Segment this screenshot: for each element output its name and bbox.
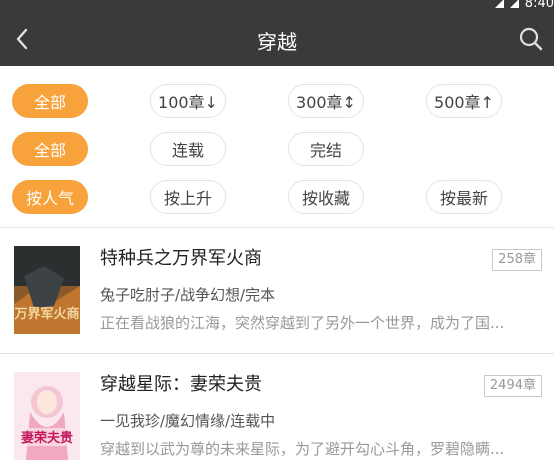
book-list: 万界军火商 特种兵之万界军火商 258章 兔子吃肘子/战争幻想/完本 正在看战狼… xyxy=(0,228,554,462)
app-bar: 穿越 xyxy=(0,14,554,66)
wifi-icon xyxy=(509,0,519,8)
sort-newest[interactable]: 按最新 xyxy=(426,180,502,214)
book-cover-title: 妻荣夫贵 xyxy=(21,430,73,446)
book-description: 穿越到以武为尊的未来星际，为了避开勾心斗角，罗碧隐瞒... xyxy=(100,440,505,458)
status-bar: 8:40 xyxy=(0,0,554,14)
signal-icon xyxy=(494,0,504,8)
book-cover: 妻荣夫贵 xyxy=(14,372,80,460)
sort-rising[interactable]: 按上升 xyxy=(150,180,226,214)
book-meta: 兔子吃肘子/战争幻想/完本 xyxy=(100,286,276,304)
search-button[interactable] xyxy=(516,24,546,54)
filter-status-ongoing[interactable]: 连载 xyxy=(150,132,226,166)
book-item[interactable]: 妻荣夫贵 穿越星际：妻荣夫贵 2494章 一见我珍/魔幻情缘/连载中 穿越到以武… xyxy=(0,354,554,462)
filter-length-all[interactable]: 全部 xyxy=(12,84,88,118)
search-icon xyxy=(519,27,543,51)
page-title: 穿越 xyxy=(257,30,297,54)
filter-status-all[interactable]: 全部 xyxy=(12,132,88,166)
book-meta: 一见我珍/魔幻情缘/连载中 xyxy=(100,412,276,430)
filter-length-100[interactable]: 100章↓ xyxy=(150,84,226,118)
book-item[interactable]: 万界军火商 特种兵之万界军火商 258章 兔子吃肘子/战争幻想/完本 正在看战狼… xyxy=(0,228,554,354)
book-cover: 万界军火商 xyxy=(14,246,80,334)
status-icons: 8:40 xyxy=(494,0,554,11)
sort-favorites[interactable]: 按收藏 xyxy=(288,180,364,214)
status-time: 8:40 xyxy=(524,0,554,11)
chapter-count-badge: 2494章 xyxy=(483,375,542,397)
filter-status-finished[interactable]: 完结 xyxy=(288,132,364,166)
filter-length-500[interactable]: 500章↑ xyxy=(426,84,502,118)
book-cover-title: 万界军火商 xyxy=(14,306,80,322)
filter-length-300[interactable]: 300章↕ xyxy=(288,84,364,118)
sort-popularity[interactable]: 按人气 xyxy=(12,180,88,214)
book-title: 特种兵之万界军火商 xyxy=(100,248,262,269)
book-title: 穿越星际：妻荣夫贵 xyxy=(100,374,262,395)
filter-panel: 全部 100章↓ 300章↕ 500章↑ 全部 连载 完结 按人气 按上升 按收… xyxy=(0,66,554,228)
chapter-count-badge: 258章 xyxy=(492,249,542,271)
book-description: 正在看战狼的江海，突然穿越到了另外一个世界，成为了国... xyxy=(100,314,505,332)
